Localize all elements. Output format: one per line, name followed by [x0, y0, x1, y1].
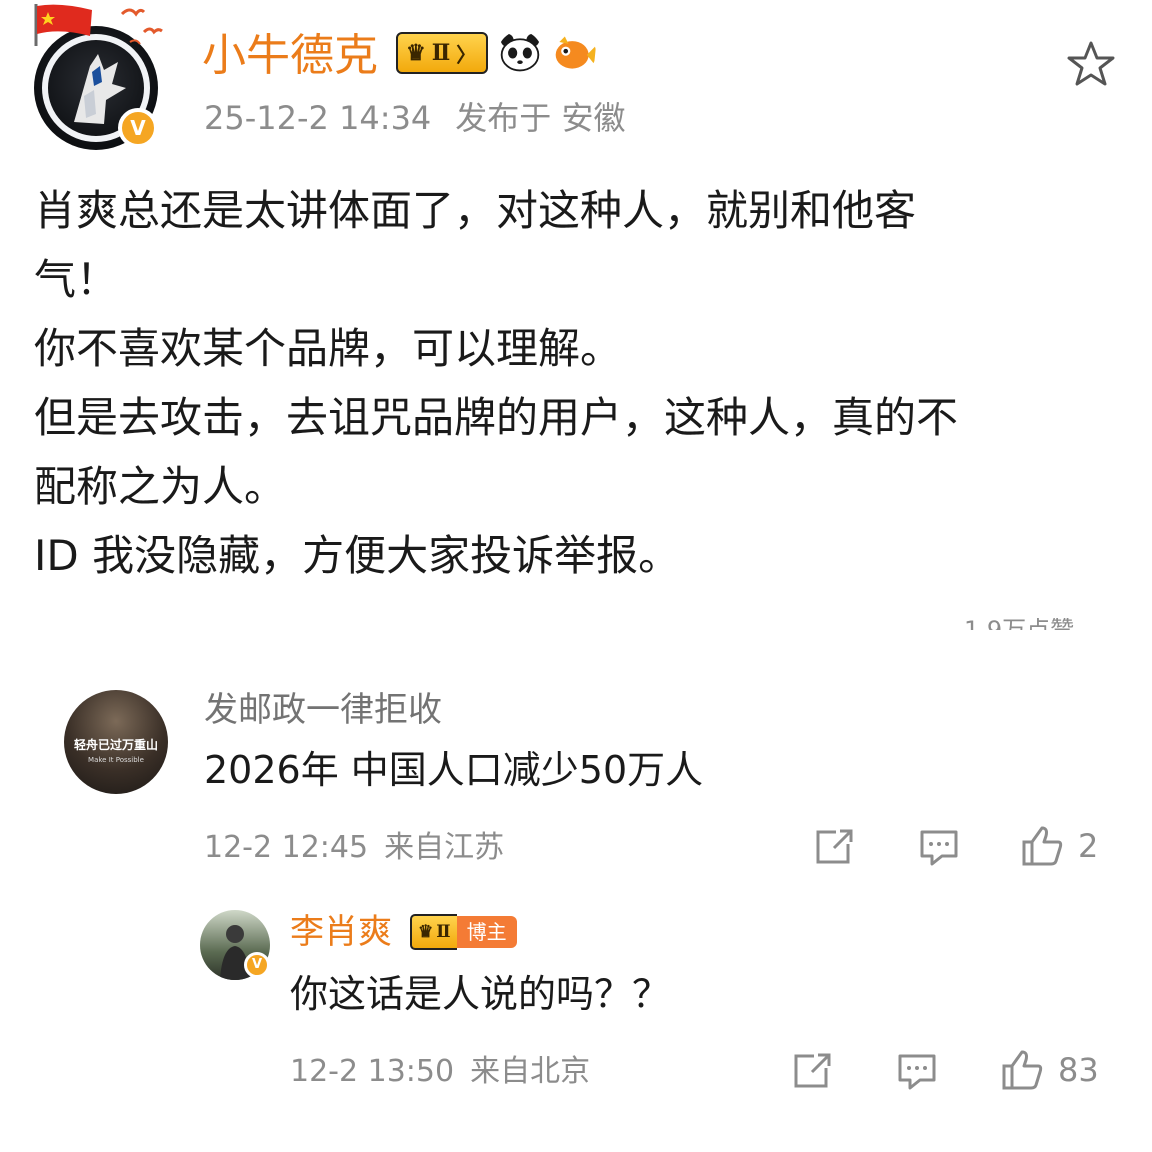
post-content: 肖爽总还是太讲体面了，对这种人，就别和他客 气！ 你不喜欢某个品牌，可以理解。 … [34, 176, 1124, 590]
blogger-badges: ♛ Ⅱ 博主 [410, 912, 517, 952]
comment-meta: 12-2 12:45 来自江苏 [204, 828, 504, 868]
chevron-right-icon: 〉 [456, 42, 477, 67]
birds-decoration-icon [120, 8, 163, 45]
comment-source: 来自江苏 [384, 830, 505, 865]
blogger-name[interactable]: 李肖爽 [290, 910, 392, 954]
verified-badge-icon: V [118, 108, 158, 148]
reply-source: 来自北京 [470, 1054, 591, 1089]
avatar-caption: 轻舟已过万重山 [73, 738, 158, 752]
comment-icon [920, 830, 958, 866]
comment-icon [898, 1054, 936, 1090]
commenter-name[interactable]: 发邮政一律拒收 [204, 688, 442, 732]
reply-button[interactable] [918, 828, 960, 868]
post-line: 肖爽总还是太讲体面了，对这种人，就别和他客 [34, 186, 917, 235]
fish-icon[interactable] [552, 31, 597, 75]
host-tag: 博主 [456, 916, 517, 948]
commenter-avatar[interactable]: 轻舟已过万重山 Make It Possible [64, 690, 168, 794]
like-button[interactable]: 83 [1000, 1048, 1099, 1092]
share-button[interactable] [792, 1052, 832, 1090]
share-icon [794, 1053, 831, 1088]
author-name[interactable]: 小牛德克 [202, 28, 378, 84]
verified-badge-icon: V [244, 952, 270, 978]
reply-button[interactable] [896, 1052, 938, 1092]
favorite-star-icon[interactable] [1066, 40, 1116, 88]
thumbs-up-icon [1022, 826, 1063, 866]
post-line: 但是去攻击，去诅咒品牌的用户，这种人，真的不 [34, 393, 959, 442]
level-badge-text: Ⅱ [436, 922, 451, 942]
level-badge[interactable]: ♛ Ⅱ 〉 [396, 32, 489, 74]
clipped-stats-text: 1.9万点赞 [964, 618, 1104, 630]
user-badges: ♛ Ⅱ 〉 [396, 28, 597, 78]
like-button[interactable]: 2 [1020, 824, 1098, 868]
comment-time: 12-2 12:45 [204, 830, 369, 865]
share-button[interactable] [814, 828, 854, 866]
crown-icon: ♛ [406, 40, 426, 66]
china-flag-icon [34, 4, 92, 46]
post-time: 25-12-2 14:34 [204, 99, 432, 137]
like-count: 83 [1058, 1051, 1099, 1089]
like-count: 2 [1078, 827, 1099, 865]
post-line: ID 我没隐藏，方便大家投诉举报。 [34, 531, 681, 580]
share-icon [816, 829, 853, 864]
thumbs-up-icon [1002, 1050, 1043, 1090]
post-line: 配称之为人。 [34, 462, 287, 511]
post-line: 气！ [34, 255, 119, 304]
post-location: 发布于 安徽 [455, 99, 626, 137]
reply-text: 你这话是人说的吗？？ [290, 972, 671, 1016]
comment-text: 2026年 中国人口减少50万人 [204, 748, 704, 792]
reply-meta: 12-2 13:50 来自北京 [290, 1052, 590, 1092]
panda-icon[interactable] [498, 31, 542, 75]
post-line: 你不喜欢某个品牌，可以理解。 [34, 324, 623, 373]
crown-icon: ♛ [418, 922, 434, 942]
avatar-subcaption: Make It Possible [88, 756, 144, 764]
post-meta: 25-12-2 14:34 发布于 安徽 [204, 96, 625, 140]
level-badge-text: Ⅱ [431, 40, 451, 66]
level-badge[interactable]: ♛ Ⅱ [410, 914, 457, 950]
reply-time: 12-2 13:50 [290, 1054, 455, 1089]
